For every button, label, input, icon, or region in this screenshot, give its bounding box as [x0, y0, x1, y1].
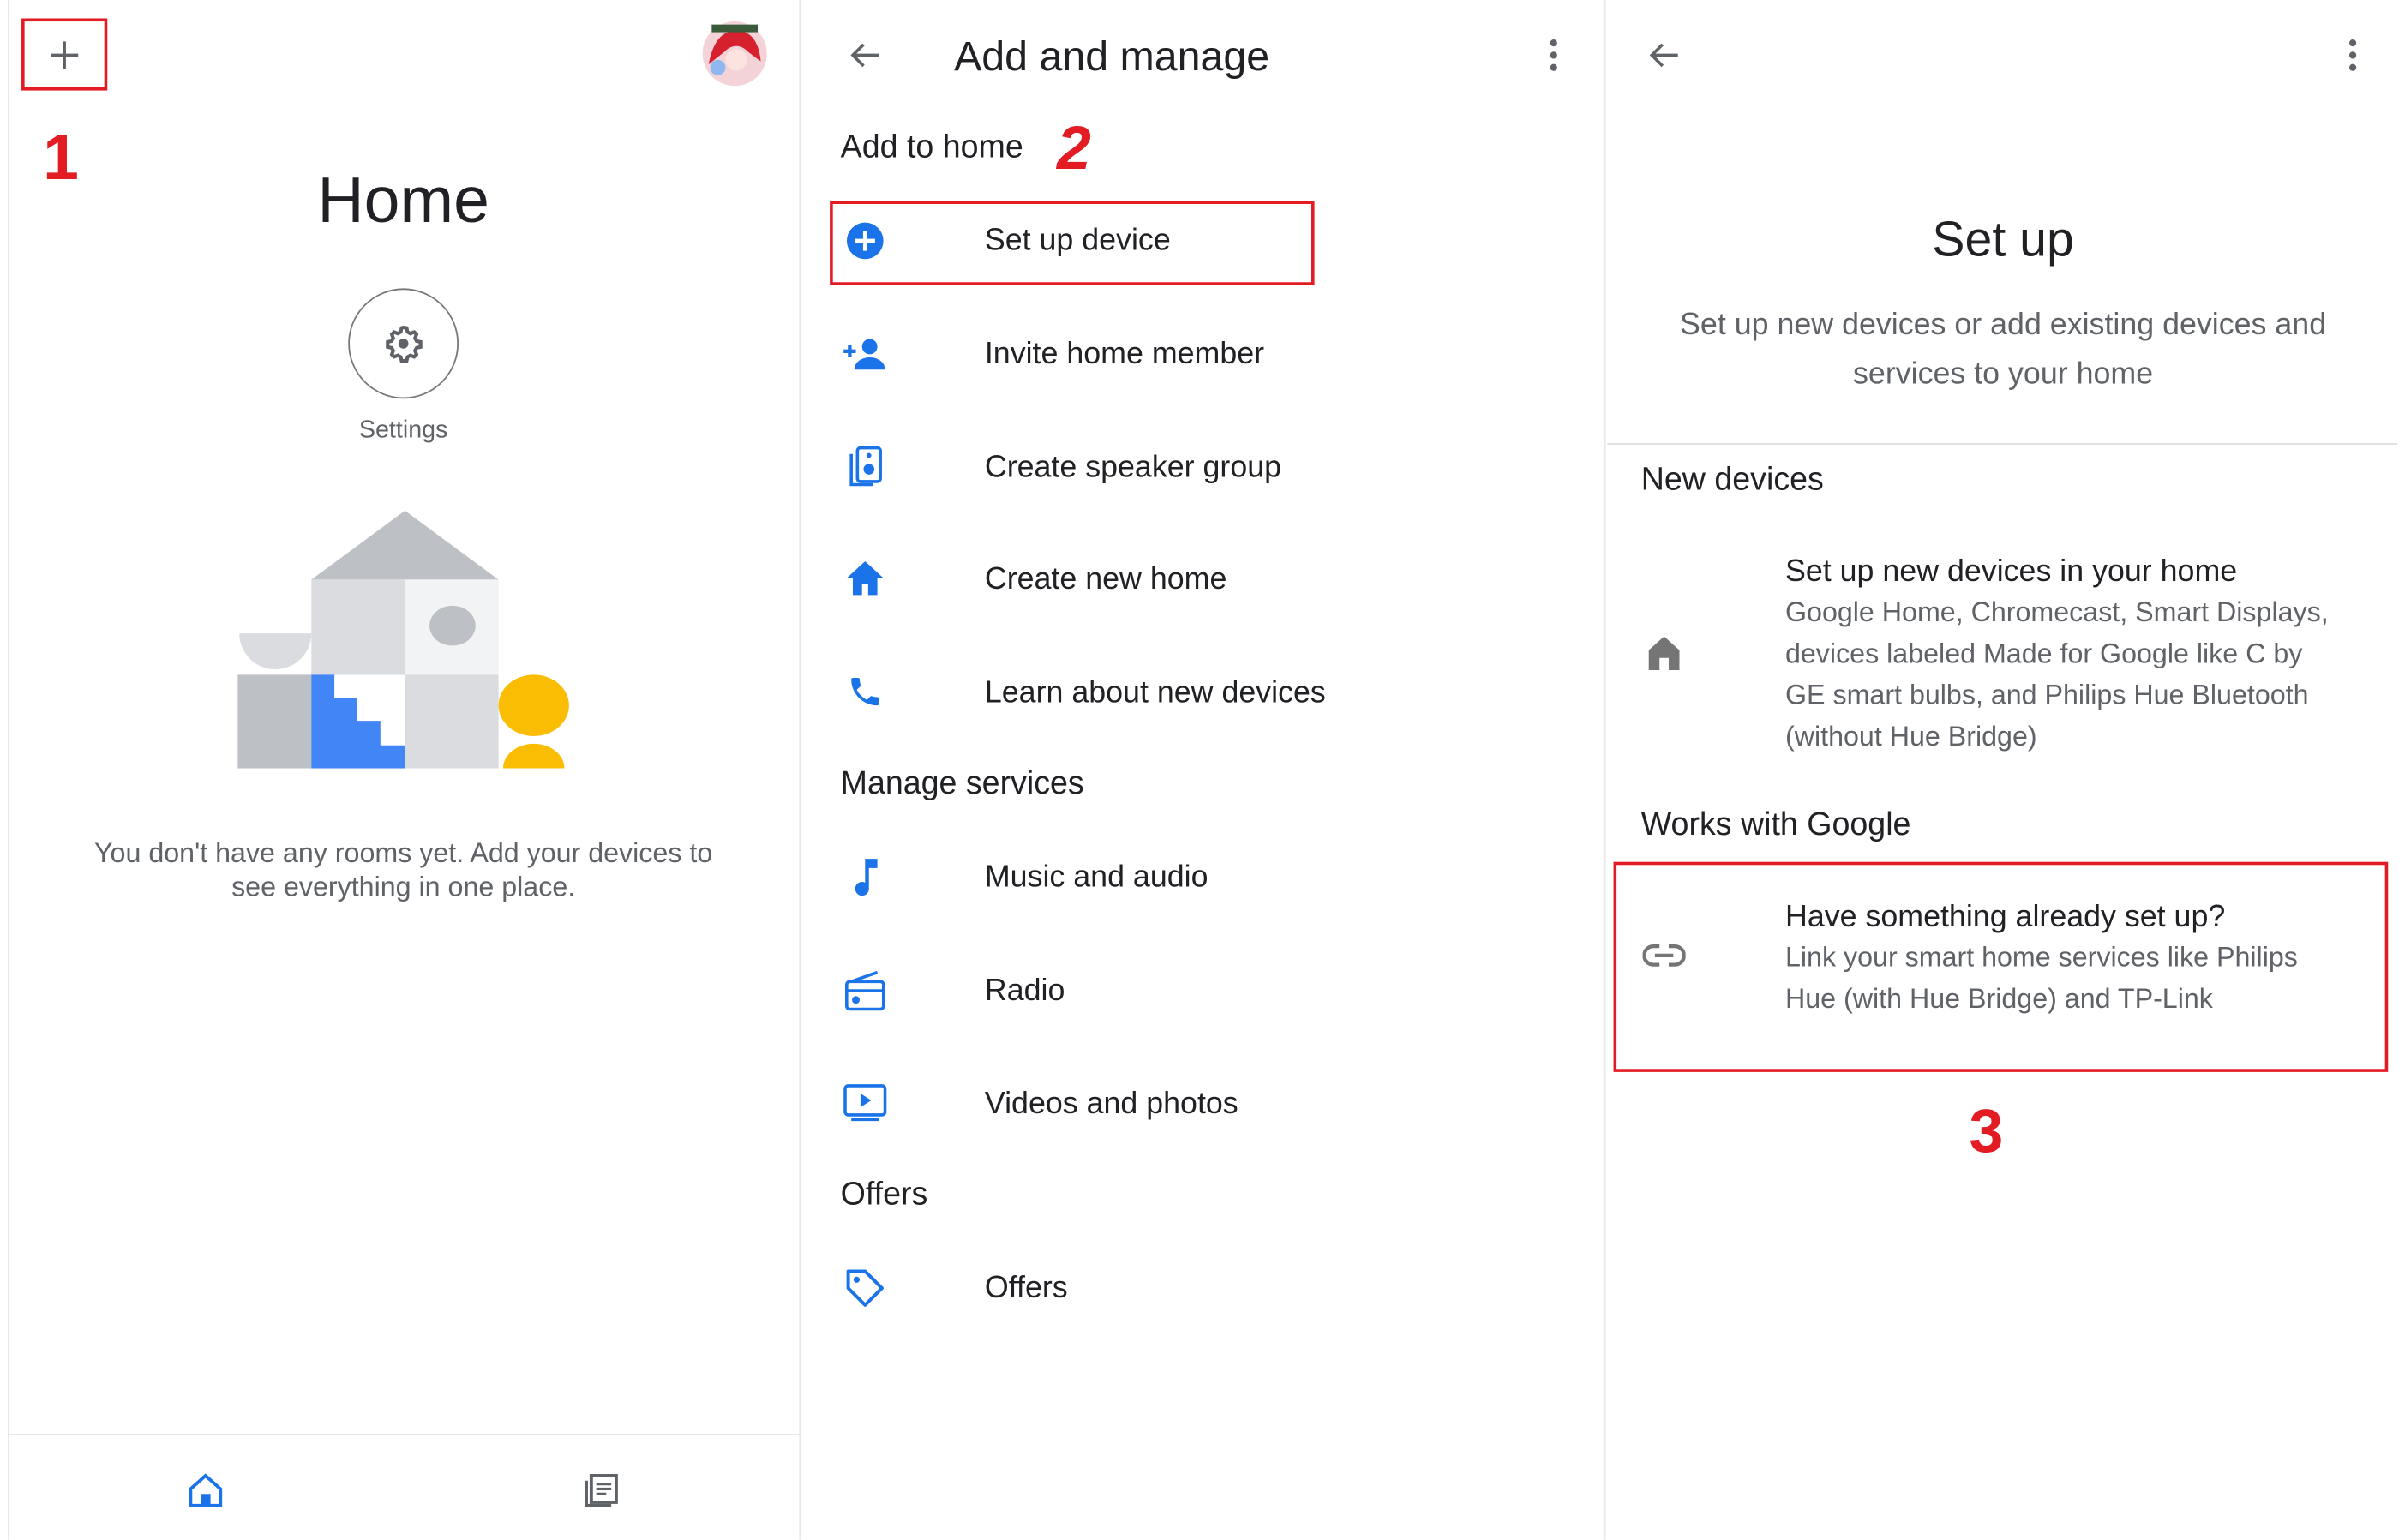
back-arrow-icon[interactable] — [847, 37, 884, 74]
setup-description-line1: Set up new devices or add existing devic… — [1680, 308, 2327, 343]
menu-item-label: Create speaker group — [984, 451, 1282, 485]
back-arrow-icon[interactable] — [1646, 37, 1682, 74]
menu-item-radio[interactable] — [830, 952, 1566, 1028]
setup-description-line2: services to your home — [1853, 357, 2154, 392]
menu-item-label: Offers — [984, 1271, 1068, 1305]
screenshot-stage: 1 Home Settings You don't have any rooms… — [0, 0, 2405, 1540]
new-devices-desc-line: Google Home, Chromecast, Smart Displays, — [1784, 596, 2329, 628]
menu-item-set-up-device[interactable] — [830, 204, 1566, 280]
feed-icon[interactable] — [581, 1471, 621, 1511]
gear-icon — [386, 325, 423, 363]
menu-item-label: Invite home member — [984, 337, 1265, 372]
home-icon — [846, 560, 884, 596]
page-title: Add and manage — [954, 33, 1270, 80]
menu-item-label: Radio — [984, 974, 1065, 1008]
tag-icon — [846, 1269, 884, 1307]
radio-icon — [845, 970, 885, 1011]
section-header-manage-services: Manage services — [840, 765, 1084, 801]
new-devices-desc-line: (without Hue Bridge) — [1784, 721, 2037, 752]
empty-home-illustration — [237, 510, 569, 769]
home-icon — [1648, 636, 1680, 671]
person-add-icon — [843, 339, 885, 370]
avatar[interactable] — [702, 21, 767, 87]
section-header-add-to-home: Add to home — [840, 129, 1023, 165]
more-vert-icon[interactable] — [2347, 37, 2359, 74]
menu-item-label: Create new home — [984, 562, 1227, 597]
panel-divider — [1604, 0, 1606, 1540]
section-header-works-with-google: Works with Google — [1640, 807, 1911, 843]
more-vert-icon[interactable] — [1548, 37, 1560, 74]
menu-item-label: Learn about new devices — [984, 676, 1326, 710]
menu-item-label: Set up device — [984, 224, 1171, 258]
step-2-label: 2 — [1056, 115, 1091, 183]
menu-item-label: Videos and photos — [984, 1087, 1238, 1122]
settings-label: Settings — [358, 417, 448, 444]
menu-item-label: Music and audio — [984, 860, 1208, 895]
menu-item-offers[interactable] — [830, 1249, 1566, 1326]
speaker-icon — [849, 446, 882, 487]
works-with-google-desc-line: Hue (with Hue Bridge) and TP-Link — [1784, 983, 2213, 1015]
step-1-label: 1 — [43, 121, 79, 194]
home-icon[interactable] — [186, 1471, 226, 1511]
panel-edge — [7, 0, 9, 1540]
video-icon — [843, 1084, 887, 1122]
works-with-google-desc-line: Link your smart home services like Phili… — [1784, 942, 2298, 973]
new-devices-desc-line: GE smart bulbs, and Philips Hue Bluetoot… — [1784, 680, 2309, 710]
section-header-offers: Offers — [840, 1177, 928, 1213]
section-header-new-devices: New devices — [1640, 462, 1824, 498]
music-note-icon — [855, 859, 878, 896]
step-3-label: 3 — [1969, 1098, 2004, 1166]
new-devices-title: Set up new devices in your home — [1784, 554, 2238, 590]
panel-divider — [799, 0, 801, 1540]
new-devices-desc-line: devices labeled Made for Google like C b… — [1784, 638, 2303, 669]
page-title: Set up — [1932, 211, 2074, 267]
link-icon — [1642, 944, 1686, 967]
divider — [1607, 443, 2397, 445]
page-title: Home — [317, 164, 489, 237]
add-circle-icon — [846, 222, 884, 260]
empty-message-line2: see everything in one place. — [231, 871, 576, 902]
plus-icon[interactable] — [47, 39, 81, 72]
phone-icon — [851, 677, 879, 706]
empty-message-line1: You don't have any rooms yet. Add your d… — [94, 837, 713, 869]
works-with-google-title: Have something already set up? — [1784, 900, 2226, 934]
bottom-nav-divider — [7, 1434, 800, 1435]
